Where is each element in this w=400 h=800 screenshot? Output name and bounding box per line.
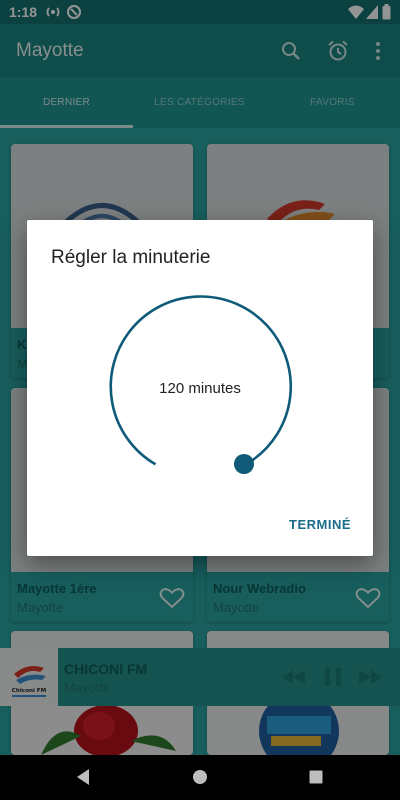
done-button[interactable]: TERMINÉ — [289, 517, 351, 532]
home-icon[interactable] — [192, 768, 208, 786]
back-icon[interactable] — [75, 768, 91, 786]
timer-knob — [234, 454, 254, 474]
recents-icon[interactable] — [308, 768, 324, 786]
dialog-title: Régler la minuterie — [51, 247, 211, 268]
sleep-timer-dialog: Régler la minuterie 120 minutes TERMINÉ — [27, 220, 373, 556]
app-screen: 1:18 Mayotte DERNIER LES CATÉGORIES FAVO… — [0, 0, 400, 755]
timer-value: 120 minutes — [159, 380, 241, 397]
system-nav-bar — [0, 755, 400, 800]
